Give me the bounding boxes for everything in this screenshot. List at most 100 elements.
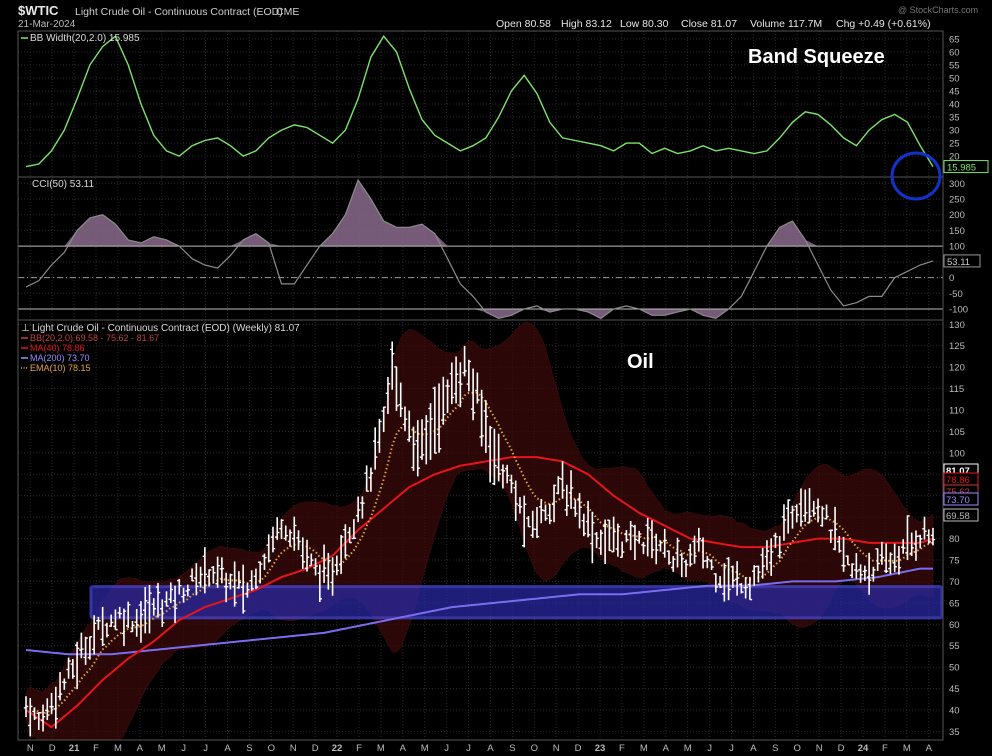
price-label: 78.86 — [946, 475, 970, 486]
y-tick-label: 60 — [949, 47, 960, 58]
x-tick-label: A — [400, 743, 407, 754]
ohlc-icon: ⊥ — [21, 323, 30, 334]
x-tick-label: J — [729, 743, 734, 754]
price-label: 73.70 — [946, 495, 970, 506]
x-tick-label: A — [224, 743, 231, 754]
x-tick-label: A — [663, 743, 670, 754]
x-tick-label: F — [356, 743, 362, 754]
y-tick-label: 60 — [949, 620, 960, 631]
y-tick-label: 45 — [949, 684, 960, 695]
legend-entry-bb: BB(20,2.0) 69.58 - 75.62 - 81.67 — [30, 333, 159, 343]
x-tick-label: O — [794, 743, 801, 754]
x-tick-label: O — [531, 743, 538, 754]
x-tick-label: F — [619, 743, 625, 754]
y-tick-label: 80 — [949, 534, 960, 545]
y-tick-label: 55 — [949, 60, 960, 71]
x-tick-label: M — [421, 743, 429, 754]
y-tick-label: 25 — [949, 139, 960, 150]
x-tick-label: F — [882, 743, 888, 754]
low-value: Low 80.30 — [620, 18, 669, 30]
y-tick-label: 65 — [949, 598, 960, 609]
exchange-label: CME — [276, 6, 299, 18]
y-tick-label: 100 — [949, 448, 965, 459]
y-tick-label: 0 — [949, 273, 954, 284]
contract-description: Light Crude Oil - Continuous Contract (E… — [75, 6, 283, 18]
legend-entry-ma40: MA(40) 78.86 — [30, 343, 85, 353]
x-tick-label: M — [114, 743, 122, 754]
x-tick-label: S — [772, 743, 778, 754]
x-tick-label: M — [684, 743, 692, 754]
y-tick-label: 35 — [949, 727, 960, 738]
y-tick-label: 75 — [949, 556, 960, 567]
y-tick-label: 115 — [949, 384, 964, 395]
x-tick-label: 22 — [332, 743, 343, 754]
y-tick-label: 35 — [949, 113, 960, 124]
symbol-label: $WTIC — [18, 3, 59, 18]
x-tick-label: M — [640, 743, 648, 754]
y-tick-label: 120 — [949, 363, 965, 374]
x-tick-label: 21 — [69, 743, 80, 754]
legend-entry-ma200: MA(200) 73.70 — [30, 353, 90, 363]
cci-last-value: 53.11 — [947, 257, 970, 268]
y-tick-label: 40 — [949, 100, 960, 111]
y-tick-label: 300 — [949, 179, 965, 190]
y-tick-label: 200 — [949, 210, 965, 221]
x-tick-label: A — [487, 743, 494, 754]
high-value: High 83.12 — [561, 18, 612, 30]
x-tick-label: J — [181, 743, 186, 754]
y-tick-label: 65 — [949, 34, 960, 45]
x-tick-label: J — [444, 743, 449, 754]
x-tick-label: D — [312, 743, 319, 754]
x-tick-label: 23 — [595, 743, 606, 754]
x-tick-label: D — [575, 743, 582, 754]
x-tick-label: M — [903, 743, 911, 754]
x-tick-label: F — [93, 743, 99, 754]
x-tick-label: J — [203, 743, 208, 754]
open-value: Open 80.58 — [496, 18, 551, 30]
x-tick-label: A — [926, 743, 933, 754]
x-tick-label: 24 — [858, 743, 869, 754]
bb-width-last-value: 15.985 — [947, 163, 976, 174]
y-tick-label: 150 — [949, 226, 965, 237]
x-tick-label: M — [377, 743, 385, 754]
y-tick-label: 55 — [949, 641, 960, 652]
x-tick-label: S — [509, 743, 515, 754]
volume-value: Volume 117.7M — [750, 18, 822, 30]
x-tick-label: D — [838, 743, 845, 754]
cci-legend: CCI(50) 53.11 — [32, 179, 95, 190]
y-tick-label: 45 — [949, 86, 960, 97]
x-tick-label: N — [290, 743, 297, 754]
stock-chart: 20253035404550556065-100-500501001502002… — [0, 0, 992, 756]
y-tick-label: 50 — [949, 663, 960, 674]
y-tick-label: 70 — [949, 577, 960, 588]
close-value: Close 81.07 — [681, 18, 737, 30]
legend-entry-ema10: EMA(10) 78.15 — [30, 363, 91, 373]
y-tick-label: 250 — [949, 195, 965, 206]
y-tick-label: 105 — [949, 427, 965, 438]
y-tick-label: -100 — [949, 305, 968, 316]
x-tick-label: M — [158, 743, 166, 754]
x-tick-label: J — [707, 743, 712, 754]
oil-annotation: Oil — [627, 351, 654, 373]
y-tick-label: 130 — [949, 320, 965, 331]
change-value: Chg +0.49 (+0.61%) — [836, 18, 931, 30]
y-tick-label: 30 — [949, 126, 960, 137]
x-tick-label: S — [246, 743, 252, 754]
y-tick-label: 40 — [949, 706, 960, 717]
stockcharts-watermark: @ StockCharts.com — [898, 5, 978, 15]
x-tick-label: A — [750, 743, 757, 754]
y-tick-label: -50 — [949, 289, 963, 300]
x-tick-label: O — [268, 743, 275, 754]
y-tick-label: 125 — [949, 341, 965, 352]
bb-width-legend: BB Width(20,2.0) 15.985 — [30, 33, 140, 44]
y-tick-label: 100 — [949, 242, 965, 253]
x-tick-label: N — [553, 743, 560, 754]
price-label: 69.58 — [946, 511, 970, 522]
x-tick-label: A — [137, 743, 144, 754]
x-tick-label: J — [466, 743, 471, 754]
chart-date: 21-Mar-2024 — [18, 19, 76, 30]
x-tick-label: D — [49, 743, 56, 754]
band-squeeze-annotation: Band Squeeze — [748, 46, 885, 68]
y-tick-label: 110 — [949, 406, 964, 417]
x-tick-label: N — [27, 743, 34, 754]
